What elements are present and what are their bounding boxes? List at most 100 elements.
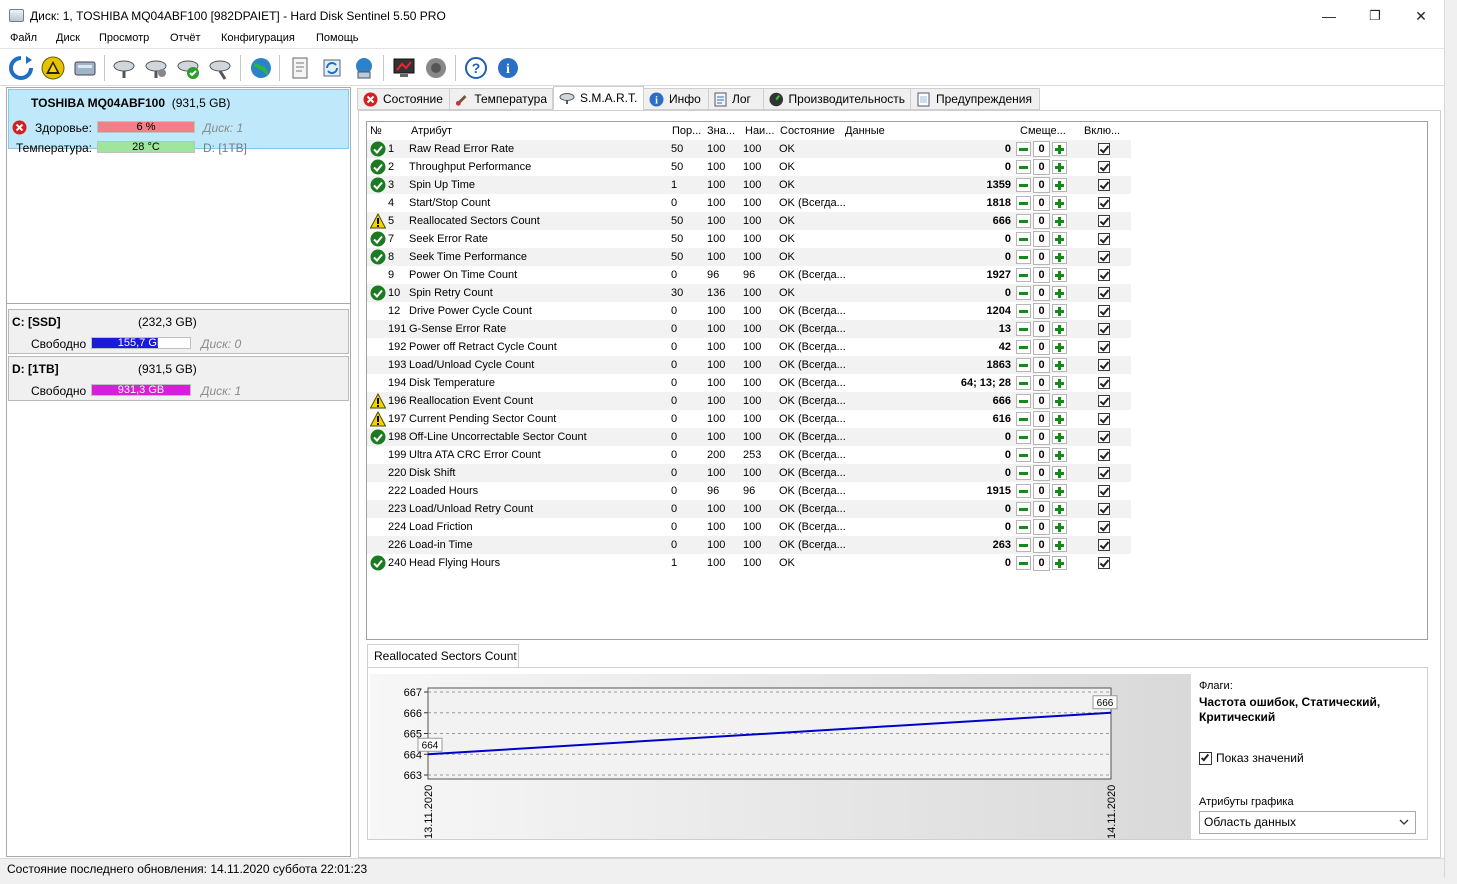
increase-offset-button[interactable] bbox=[1052, 520, 1067, 534]
offset-value[interactable]: 0 bbox=[1033, 303, 1050, 319]
table-row[interactable]: 197 Current Pending Sector Count 0 100 100 OK… bbox=[367, 410, 1131, 428]
offset-value[interactable]: 0 bbox=[1033, 357, 1050, 373]
decrease-offset-button[interactable] bbox=[1016, 160, 1031, 174]
decrease-offset-button[interactable] bbox=[1016, 340, 1031, 354]
table-row[interactable]: 220 Disk Shift 0 100 100 OK (Всегда... 0 0 bbox=[367, 464, 1131, 482]
test-ok-icon[interactable] bbox=[173, 53, 203, 83]
table-row[interactable]: 10 Spin Retry Count 30 136 100 OK 0 0 bbox=[367, 284, 1131, 302]
decrease-offset-button[interactable] bbox=[1016, 430, 1031, 444]
offset-value[interactable]: 0 bbox=[1033, 159, 1050, 175]
offset-value[interactable]: 0 bbox=[1033, 177, 1050, 193]
increase-offset-button[interactable] bbox=[1052, 214, 1067, 228]
col-enabled[interactable]: Вклю... bbox=[1084, 122, 1120, 141]
col-data[interactable]: Данные bbox=[845, 122, 885, 141]
table-row[interactable]: 194 Disk Temperature 0 100 100 OK (Всегда... 6… bbox=[367, 374, 1131, 392]
enabled-checkbox[interactable] bbox=[1098, 179, 1110, 191]
increase-offset-button[interactable] bbox=[1052, 304, 1067, 318]
monitor-icon[interactable] bbox=[389, 53, 419, 83]
increase-offset-button[interactable] bbox=[1052, 250, 1067, 264]
table-row[interactable]: 5 Reallocated Sectors Count 50 100 100 OK 666 0 bbox=[367, 212, 1131, 230]
table-row[interactable]: 223 Load/Unload Retry Count 0 100 100 OK (Все… bbox=[367, 500, 1131, 518]
increase-offset-button[interactable] bbox=[1052, 178, 1067, 192]
info-icon[interactable]: i bbox=[493, 53, 523, 83]
network-icon[interactable] bbox=[349, 53, 379, 83]
col-state[interactable]: Состояние bbox=[780, 122, 835, 141]
table-row[interactable]: 222 Loaded Hours 0 96 96 OK (Всегда... 1915 0 bbox=[367, 482, 1131, 500]
increase-offset-button[interactable] bbox=[1052, 394, 1067, 408]
test-disk-icon[interactable] bbox=[109, 53, 139, 83]
decrease-offset-button[interactable] bbox=[1016, 286, 1031, 300]
chart-tab[interactable]: Reallocated Sectors Count bbox=[367, 644, 519, 668]
col-value[interactable]: Зна... bbox=[707, 122, 735, 141]
table-row[interactable]: 9 Power On Time Count 0 96 96 OK (Всегда... 19… bbox=[367, 266, 1131, 284]
decrease-offset-button[interactable] bbox=[1016, 358, 1031, 372]
table-row[interactable]: 191 G-Sense Error Rate 0 100 100 OK (Всегда..… bbox=[367, 320, 1131, 338]
decrease-offset-button[interactable] bbox=[1016, 394, 1031, 408]
table-row[interactable]: 3 Spin Up Time 1 100 100 OK 1359 0 bbox=[367, 176, 1131, 194]
test-tools-icon[interactable] bbox=[205, 53, 235, 83]
enabled-checkbox[interactable] bbox=[1098, 413, 1110, 425]
increase-offset-button[interactable] bbox=[1052, 196, 1067, 210]
increase-offset-button[interactable] bbox=[1052, 142, 1067, 156]
enabled-checkbox[interactable] bbox=[1098, 395, 1110, 407]
offset-value[interactable]: 0 bbox=[1033, 411, 1050, 427]
table-row[interactable]: 193 Load/Unload Cycle Count 0 100 100 OK (Все… bbox=[367, 356, 1131, 374]
offset-value[interactable]: 0 bbox=[1033, 465, 1050, 481]
enabled-checkbox[interactable] bbox=[1098, 341, 1110, 353]
decrease-offset-button[interactable] bbox=[1016, 556, 1031, 570]
close-button[interactable]: ✕ bbox=[1398, 0, 1444, 32]
volume-c[interactable]: C: [SSD] (232,3 GB) Свободно 155,7 GB Ди… bbox=[8, 309, 349, 354]
table-row[interactable]: 12 Drive Power Cycle Count 0 100 100 OK (Всег… bbox=[367, 302, 1131, 320]
offset-value[interactable]: 0 bbox=[1033, 339, 1050, 355]
enabled-checkbox[interactable] bbox=[1098, 305, 1110, 317]
decrease-offset-button[interactable] bbox=[1016, 520, 1031, 534]
table-row[interactable]: 1 Raw Read Error Rate 50 100 100 OK 0 0 bbox=[367, 140, 1131, 158]
show-values-checkbox[interactable] bbox=[1199, 752, 1212, 765]
menu-config[interactable]: Конфигурация bbox=[221, 32, 295, 44]
show-values-label[interactable]: Показ значений bbox=[1216, 751, 1304, 765]
decrease-offset-button[interactable] bbox=[1016, 322, 1031, 336]
decrease-offset-button[interactable] bbox=[1016, 466, 1031, 480]
enabled-checkbox[interactable] bbox=[1098, 521, 1110, 533]
increase-offset-button[interactable] bbox=[1052, 358, 1067, 372]
offset-value[interactable]: 0 bbox=[1033, 285, 1050, 301]
offset-value[interactable]: 0 bbox=[1033, 267, 1050, 283]
decrease-offset-button[interactable] bbox=[1016, 538, 1031, 552]
enabled-checkbox[interactable] bbox=[1098, 215, 1110, 227]
enabled-checkbox[interactable] bbox=[1098, 467, 1110, 479]
decrease-offset-button[interactable] bbox=[1016, 268, 1031, 282]
help-icon[interactable]: ? bbox=[461, 53, 491, 83]
increase-offset-button[interactable] bbox=[1052, 340, 1067, 354]
table-row[interactable]: 226 Load-in Time 0 100 100 OK (Всегда... 263 0 bbox=[367, 536, 1131, 554]
tab-smart[interactable]: S.M.A.R.T. bbox=[553, 86, 644, 110]
enabled-checkbox[interactable] bbox=[1098, 323, 1110, 335]
tab-info[interactable]: i Инфо bbox=[643, 88, 709, 110]
decrease-offset-button[interactable] bbox=[1016, 250, 1031, 264]
volume-d[interactable]: D: [1TB] (931,5 GB) Свободно 931,3 GB Ди… bbox=[8, 356, 349, 401]
offset-value[interactable]: 0 bbox=[1033, 393, 1050, 409]
disk-icon[interactable] bbox=[70, 53, 100, 83]
enabled-checkbox[interactable] bbox=[1098, 359, 1110, 371]
increase-offset-button[interactable] bbox=[1052, 556, 1067, 570]
col-attribute[interactable]: Атрибут bbox=[411, 122, 452, 141]
offset-value[interactable]: 0 bbox=[1033, 537, 1050, 553]
report-icon[interactable] bbox=[285, 53, 315, 83]
offset-value[interactable]: 0 bbox=[1033, 519, 1050, 535]
decrease-offset-button[interactable] bbox=[1016, 502, 1031, 516]
increase-offset-button[interactable] bbox=[1052, 412, 1067, 426]
table-row[interactable]: 224 Load Friction 0 100 100 OK (Всегда... 0 0 bbox=[367, 518, 1131, 536]
offset-value[interactable]: 0 bbox=[1033, 447, 1050, 463]
table-row[interactable]: 4 Start/Stop Count 0 100 100 OK (Всегда... 181… bbox=[367, 194, 1131, 212]
increase-offset-button[interactable] bbox=[1052, 160, 1067, 174]
menu-view[interactable]: Просмотр bbox=[99, 32, 149, 44]
decrease-offset-button[interactable] bbox=[1016, 412, 1031, 426]
offset-value[interactable]: 0 bbox=[1033, 555, 1050, 571]
enabled-checkbox[interactable] bbox=[1098, 449, 1110, 461]
enabled-checkbox[interactable] bbox=[1098, 161, 1110, 173]
offset-value[interactable]: 0 bbox=[1033, 195, 1050, 211]
enabled-checkbox[interactable] bbox=[1098, 431, 1110, 443]
table-row[interactable]: 2 Throughput Performance 50 100 100 OK 0 0 bbox=[367, 158, 1131, 176]
enabled-checkbox[interactable] bbox=[1098, 143, 1110, 155]
restore-button[interactable]: ❐ bbox=[1352, 0, 1398, 32]
globe-icon[interactable] bbox=[246, 53, 276, 83]
